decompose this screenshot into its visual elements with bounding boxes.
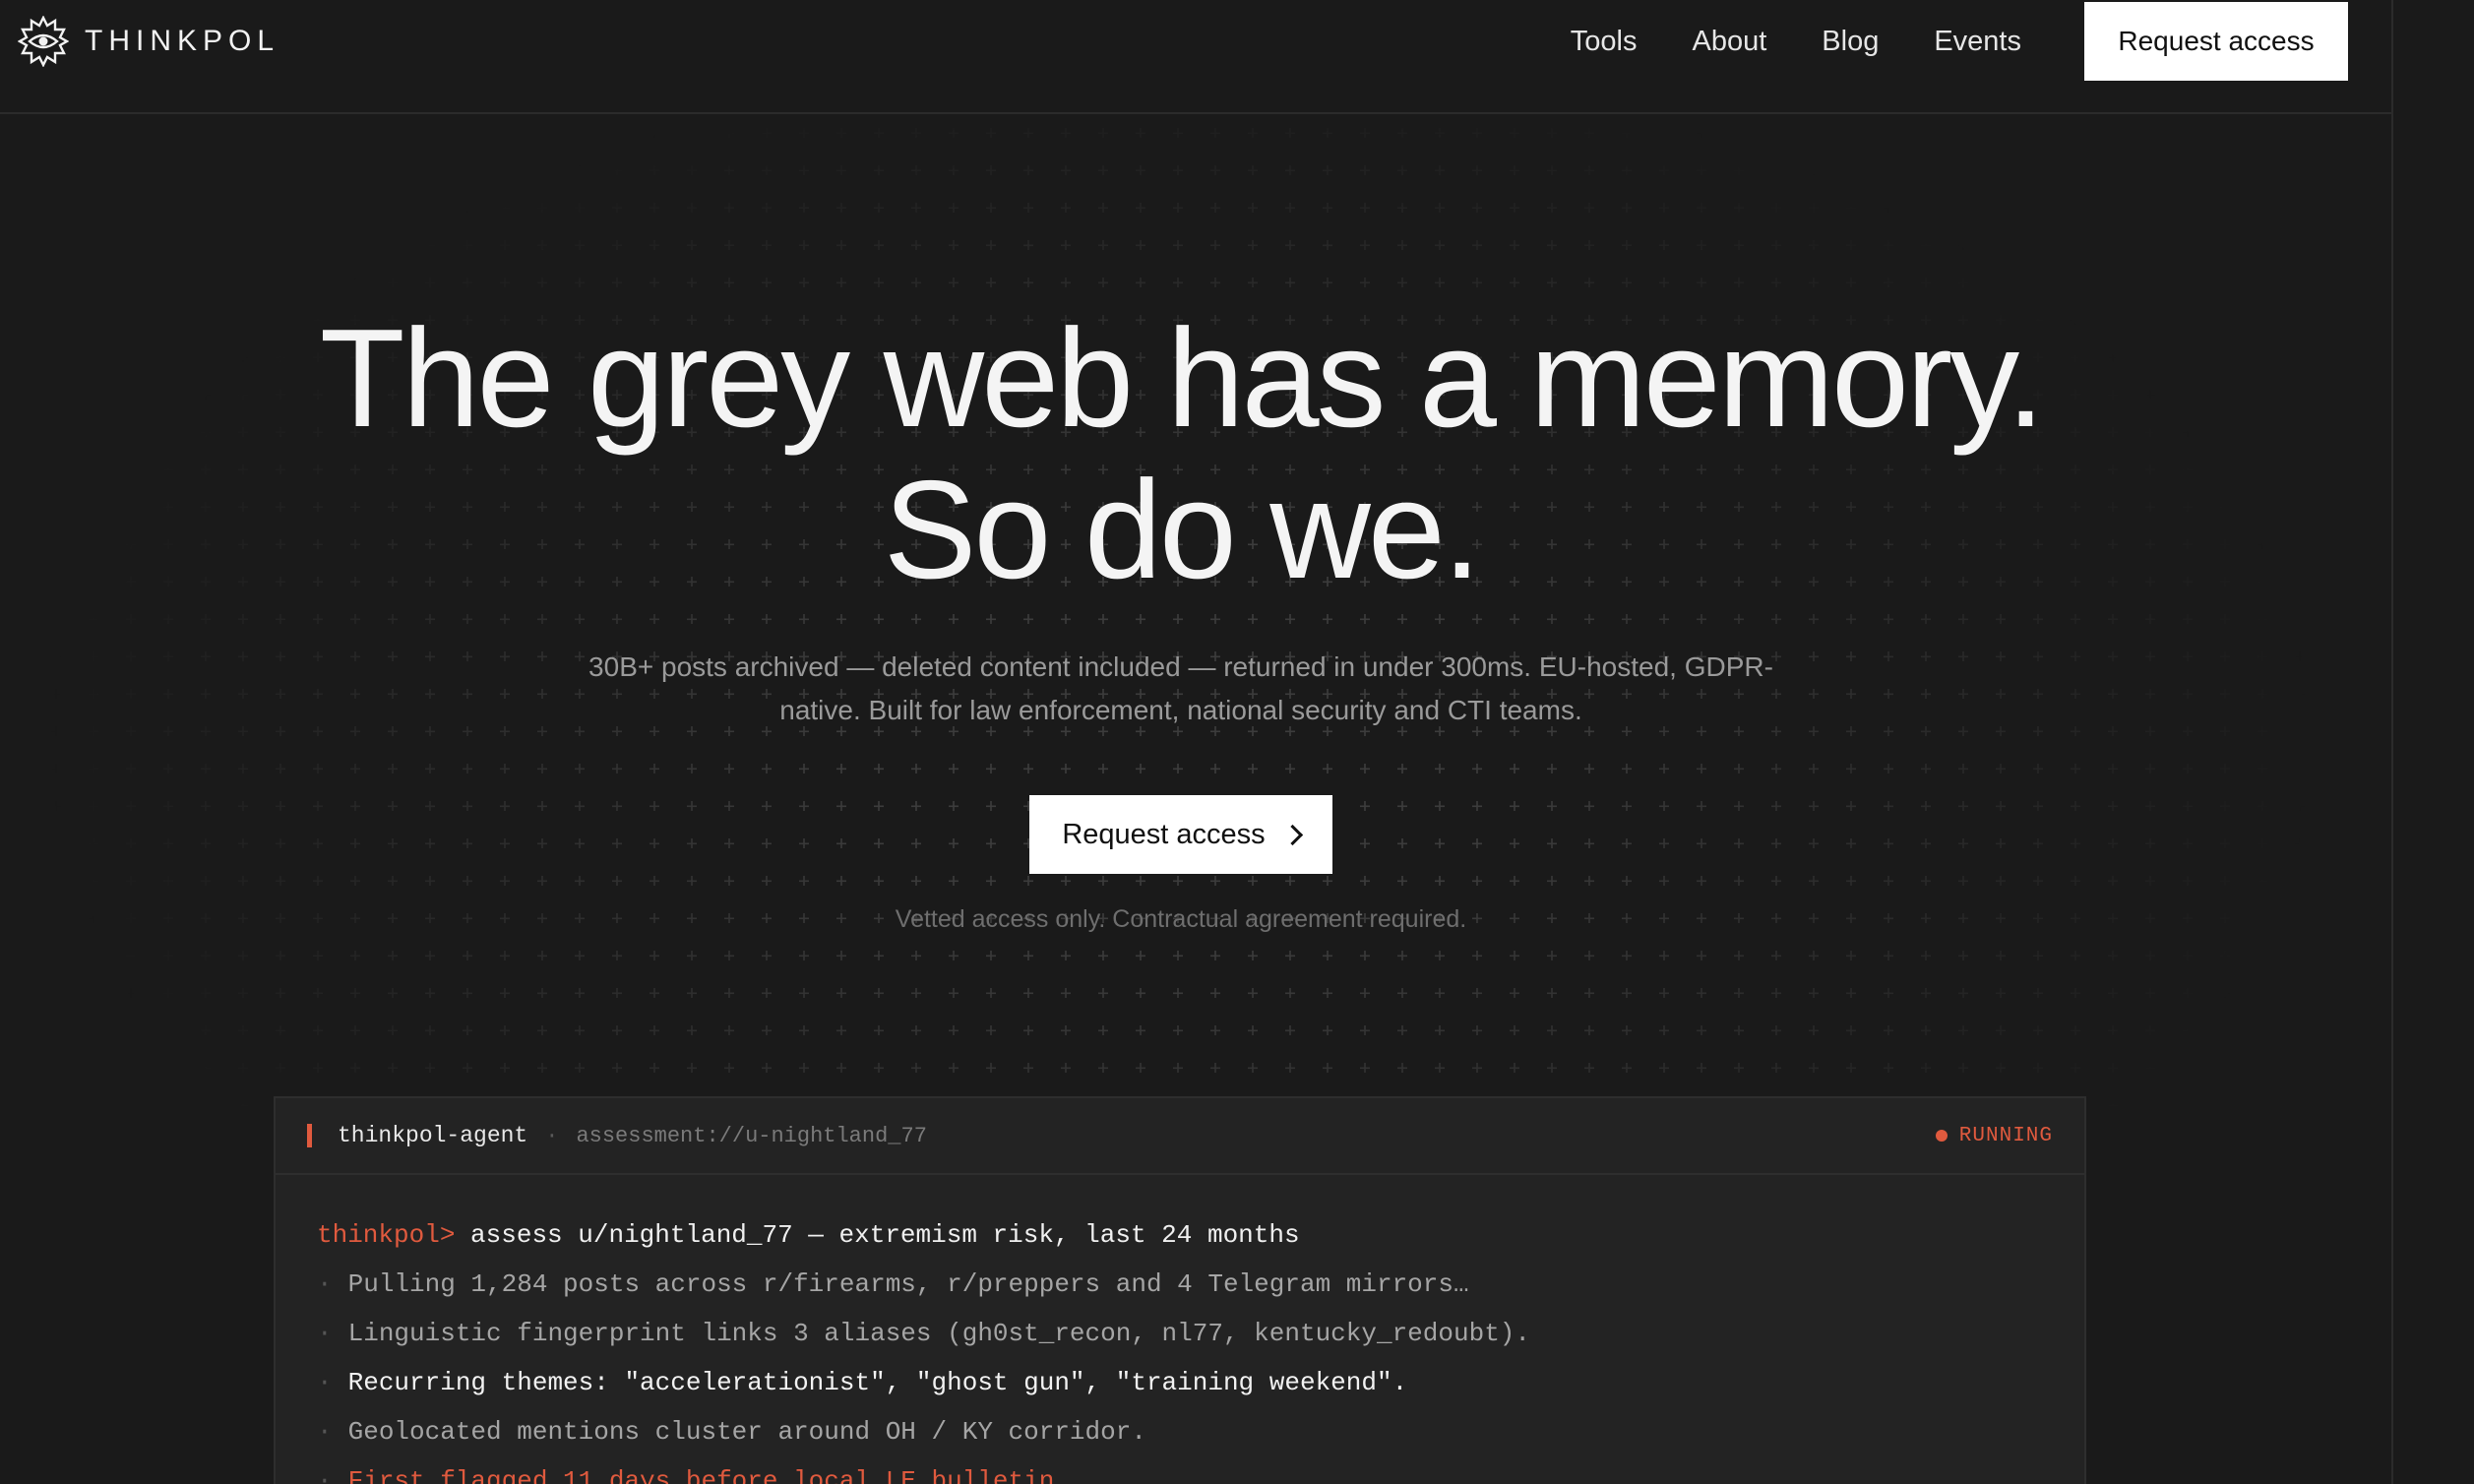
output-text: Geolocated mentions cluster around OH / … (347, 1417, 1146, 1447)
terminal-body: thinkpol> assess u/nightland_77 — extrem… (276, 1175, 2084, 1484)
prompt: thinkpol> (317, 1220, 456, 1250)
status-label: RUNNING (1958, 1124, 2053, 1147)
sunburst-eye-icon (18, 16, 69, 67)
assessment-url: assessment://u-nightland_77 (576, 1123, 927, 1148)
nav-link-blog[interactable]: Blog (1822, 26, 1879, 58)
command-text: assess u/nightland_77 — extremism risk, … (470, 1220, 1300, 1250)
hero-cta-label: Request access (1062, 818, 1266, 850)
header-request-access-button[interactable]: Request access (2084, 2, 2348, 81)
output-line: · First flagged 11 days before local LE b… (317, 1456, 2084, 1484)
output-text: Pulling 1,284 posts across r/firearms, r… (347, 1269, 1469, 1299)
accent-bar (307, 1124, 312, 1147)
hero-title: The grey web has a memory. So do we. (0, 303, 2362, 606)
site-header: THINKPOL Tools About Blog Events Request… (0, 0, 2391, 114)
hero-title-line-1: The grey web has a memory. (319, 300, 2045, 457)
nav-link-about[interactable]: About (1692, 26, 1766, 58)
output-text: First flagged 11 days before local LE bu… (347, 1466, 1070, 1484)
output-line: · Geolocated mentions cluster around OH /… (317, 1407, 2084, 1456)
agent-terminal: thinkpol-agent · assessment://u-nightlan… (274, 1096, 2086, 1484)
right-divider (2391, 0, 2393, 1484)
output-text: Recurring themes: "accelerationist", "gh… (347, 1368, 1408, 1397)
command-line: thinkpol> assess u/nightland_77 — extrem… (317, 1210, 2084, 1260)
status-badge: RUNNING (1935, 1098, 2053, 1173)
nav-link-tools[interactable]: Tools (1571, 26, 1638, 58)
hero-title-line-2: So do we. (883, 452, 1482, 608)
status-dot-icon (1935, 1130, 1948, 1142)
output-line: · Recurring themes: "accelerationist", "g… (317, 1358, 2084, 1407)
line-bullet: · (317, 1319, 333, 1348)
chevron-right-icon (1281, 824, 1303, 845)
output-line: · Linguistic fingerprint links 3 aliases … (317, 1309, 2084, 1358)
header-separator: · (545, 1123, 559, 1148)
hero-request-access-button[interactable]: Request access (1029, 795, 1332, 874)
hero-subtitle: 30B+ posts archived — deleted content in… (588, 651, 1773, 725)
brand-logo[interactable]: THINKPOL (18, 16, 279, 67)
line-bullet: · (317, 1466, 333, 1484)
agent-name: thinkpol-agent (338, 1123, 528, 1148)
page: THINKPOL Tools About Blog Events Request… (0, 0, 2474, 1484)
access-note: Vetted access only. Contractual agreemen… (895, 905, 1467, 933)
brand-name: THINKPOL (85, 25, 280, 57)
output-line: · Pulling 1,284 posts across r/firearms, … (317, 1260, 2084, 1309)
line-bullet: · (317, 1368, 333, 1397)
line-bullet: · (317, 1417, 333, 1447)
output-text: Linguistic fingerprint links 3 aliases (… (347, 1319, 1531, 1348)
terminal-header: thinkpol-agent · assessment://u-nightlan… (276, 1098, 2084, 1175)
line-bullet: · (317, 1269, 333, 1299)
nav-link-events[interactable]: Events (1934, 26, 2021, 58)
main-nav: Tools About Blog Events Request access (1571, 2, 2348, 81)
